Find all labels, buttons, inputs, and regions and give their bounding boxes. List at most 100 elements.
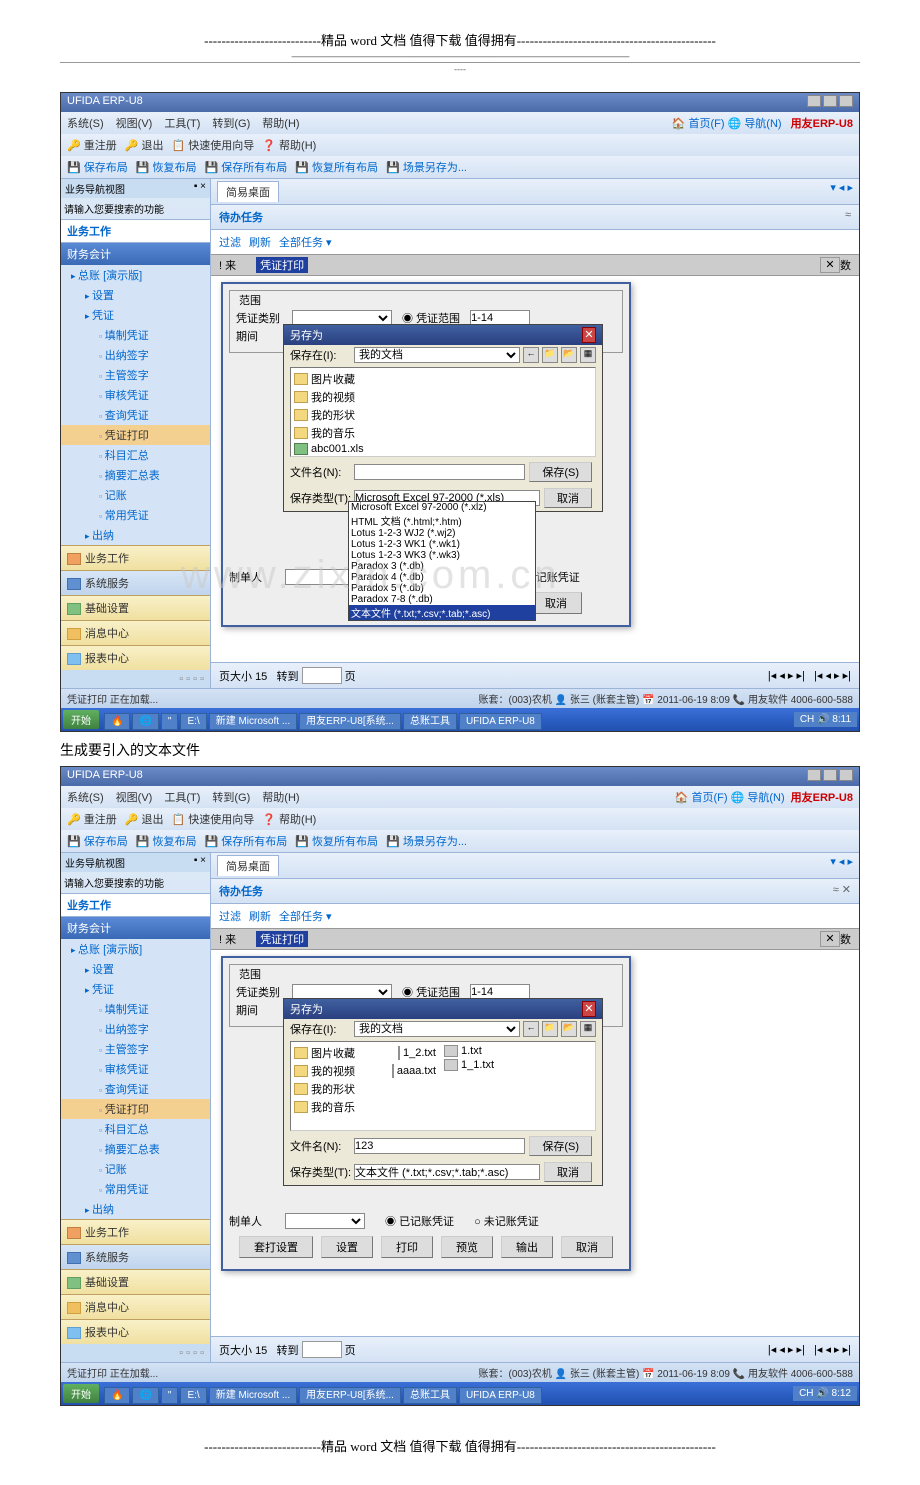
sidebar-group-finance[interactable]: 财务会计 — [61, 243, 210, 265]
nav-link[interactable]: 导航(N) — [747, 792, 784, 804]
tree-node[interactable]: 凭证打印 — [61, 425, 210, 445]
new-folder-icon[interactable]: 📂 — [561, 347, 577, 363]
folder-icon[interactable]: 📁 — [542, 347, 558, 363]
filter-link[interactable]: 刷新 — [249, 237, 271, 249]
filter-link[interactable]: 全部任务 ▾ — [279, 237, 332, 249]
filetype-option[interactable]: Lotus 1-2-3 WK1 (*.wk1) — [349, 539, 535, 550]
taskbar-item[interactable]: UFIDA ERP-U8 — [459, 713, 542, 730]
filter-link[interactable]: 过滤 — [219, 237, 241, 249]
taskbar-item[interactable]: E:\ — [180, 1387, 206, 1404]
view-icon[interactable]: ▦ — [580, 347, 596, 363]
save-in-select[interactable]: 我的文档 — [354, 1021, 520, 1037]
toolbar-btn[interactable]: 💾 场景另存为... — [386, 836, 467, 848]
home-link[interactable]: 首页(F) — [688, 118, 724, 130]
taskbar-item[interactable]: 总账工具 — [403, 1387, 457, 1404]
file-item[interactable]: 我的音乐 — [293, 1098, 437, 1116]
menu-item[interactable]: 工具(T) — [164, 118, 200, 130]
sidebar-work-header[interactable]: 业务工作 — [61, 893, 210, 917]
toolbar-btn[interactable]: 💾 保存布局 — [67, 162, 128, 174]
system-tray[interactable]: CH 🔊 8:11 — [794, 712, 857, 727]
toolbar-btn[interactable]: 📋 快速使用向导 — [172, 814, 255, 826]
toolbar-btn[interactable]: 💾 恢复所有布局 — [295, 836, 378, 848]
sidebar-work-header[interactable]: 业务工作 — [61, 219, 210, 243]
tree-node[interactable]: 凭证打印 — [61, 1099, 210, 1119]
filetype-dropdown-list[interactable]: Microsoft Excel 97-2000 (*.xlz)HTML 文档 (… — [348, 501, 536, 621]
taskbar-item[interactable]: 🔥 — [104, 713, 130, 730]
menu-item[interactable]: 视图(V) — [116, 118, 153, 130]
toolbar-btn[interactable]: 💾 场景另存为... — [386, 162, 467, 174]
unrecorded-radio[interactable]: 未记账凭证 — [484, 1216, 539, 1228]
taskbar-item[interactable]: 🌐 — [132, 713, 158, 730]
file-item[interactable]: abc001.xls — [293, 442, 593, 456]
tree-node[interactable]: 记账 — [61, 1159, 210, 1179]
save-button[interactable]: 保存(S) — [529, 1136, 592, 1156]
start-button[interactable]: 开始 — [63, 710, 99, 729]
menu-item[interactable]: 系统(S) — [67, 792, 104, 804]
sidebar-cat[interactable]: 业务工作 — [61, 545, 210, 570]
tree-node[interactable]: 科目汇总 — [61, 445, 210, 465]
tree-node[interactable]: 常用凭证 — [61, 505, 210, 525]
tree-node[interactable]: 出纳 — [61, 525, 210, 545]
toolbar-btn[interactable]: 💾 恢复所有布局 — [295, 162, 378, 174]
sidebar-mini-icons[interactable]: ▫ ▫ ▫ ▫ — [61, 670, 210, 688]
toolbar-btn[interactable]: 🔑 重注册 — [67, 140, 117, 152]
dialog-button[interactable]: 预览 — [441, 1236, 493, 1258]
file-item[interactable]: 我的形状 — [293, 1080, 437, 1098]
menu-item[interactable]: 视图(V) — [116, 792, 153, 804]
recorded-radio[interactable]: 已记账凭证 — [399, 1216, 454, 1228]
tree-node[interactable]: 出纳签字 — [61, 1019, 210, 1039]
tree-node[interactable]: 主管签字 — [61, 1039, 210, 1059]
menu-items[interactable]: 系统(S) 视图(V) 工具(T) 转到(G) 帮助(H) — [67, 115, 312, 131]
dialog-button[interactable]: 输出 — [501, 1236, 553, 1258]
menu-item[interactable]: 系统(S) — [67, 118, 104, 130]
filetype-select[interactable] — [354, 1164, 540, 1180]
file-item[interactable]: 图片收藏 — [293, 370, 593, 388]
new-folder-icon[interactable]: 📂 — [561, 1021, 577, 1037]
filetype-option[interactable]: Paradox 3 (*.db) — [349, 561, 535, 572]
file-item[interactable]: 我的视频aaaa.txt — [293, 1062, 437, 1080]
tree-node[interactable]: 主管签字 — [61, 365, 210, 385]
toolbar-1[interactable]: 🔑 重注册🔑 退出📋 快速使用向导❓ 帮助(H) — [61, 134, 859, 156]
system-tray[interactable]: CH 🔊 8:12 — [793, 1386, 857, 1401]
close-icon[interactable]: ✕ — [820, 931, 840, 947]
tree-node[interactable]: 填制凭证 — [61, 325, 210, 345]
filetype-option[interactable]: Microsoft Excel 97-2000 (*.xlz) — [349, 502, 535, 513]
filter-bar[interactable]: 过滤刷新全部任务 ▾ — [211, 230, 859, 254]
dialog-button[interactable]: 打印 — [381, 1236, 433, 1258]
filter-link[interactable]: 刷新 — [249, 911, 271, 923]
toolbar-btn[interactable]: 💾 保存所有布局 — [205, 162, 288, 174]
file-item[interactable]: 1_1.txt — [443, 1058, 587, 1072]
task-collapse-icon[interactable]: ≈ — [845, 209, 851, 225]
tree-node[interactable]: 摘要汇总表 — [61, 1139, 210, 1159]
toolbar-2b[interactable]: 💾 保存布局💾 恢复布局💾 保存所有布局💾 恢复所有布局💾 场景另存为... — [61, 830, 859, 853]
tree-node[interactable]: 查询凭证 — [61, 405, 210, 425]
taskbar-item[interactable]: 🌐 — [132, 1387, 158, 1404]
taskbar-item[interactable]: 🔥 — [104, 1387, 130, 1404]
file-listbox[interactable]: 图片收藏1_2.txt我的视频aaaa.txt我的形状我的音乐1.txt1_1.… — [290, 1041, 596, 1131]
tree-node[interactable]: 记账 — [61, 485, 210, 505]
toolbar-1b[interactable]: 🔑 重注册🔑 退出📋 快速使用向导❓ 帮助(H) — [61, 808, 859, 830]
sidebar-cat[interactable]: 消息中心 — [61, 620, 210, 645]
filetype-option[interactable]: Lotus 1-2-3 WK3 (*.wk3) — [349, 550, 535, 561]
tree-node[interactable]: 设置 — [61, 285, 210, 305]
cancel-button[interactable]: 取消 — [544, 1162, 592, 1182]
file-item[interactable]: 我的音乐 — [293, 424, 593, 442]
taskbar-item[interactable]: 新建 Microsoft ... — [209, 713, 297, 730]
start-button[interactable]: 开始 — [63, 1384, 99, 1403]
tree-node[interactable]: 常用凭证 — [61, 1179, 210, 1199]
window-control-buttons[interactable] — [805, 95, 853, 110]
menu-item[interactable]: 帮助(H) — [262, 118, 299, 130]
filename-input[interactable] — [354, 464, 525, 480]
dialog-button[interactable]: 套打设置 — [239, 1236, 313, 1258]
taskbar-item[interactable]: UFIDA ERP-U8 — [459, 1387, 542, 1404]
toolbar-btn[interactable]: 💾 保存所有布局 — [205, 836, 288, 848]
taskbar-item[interactable]: 新建 Microsoft ... — [209, 1387, 297, 1404]
filetype-option[interactable]: Paradox 4 (*.db) — [349, 572, 535, 583]
view-icon[interactable]: ▦ — [580, 1021, 596, 1037]
menu-item[interactable]: 转到(G) — [212, 118, 250, 130]
filter-bar-2[interactable]: 过滤刷新全部任务 ▾ — [211, 904, 859, 928]
toolbar-2[interactable]: 💾 保存布局💾 恢复布局💾 保存所有布局💾 恢复所有布局💾 场景另存为... — [61, 156, 859, 179]
toolbar-btn[interactable]: 📋 快速使用向导 — [172, 140, 255, 152]
taskbar-item[interactable]: 总账工具 — [403, 713, 457, 730]
cancel-button[interactable]: 取消 — [544, 488, 592, 508]
